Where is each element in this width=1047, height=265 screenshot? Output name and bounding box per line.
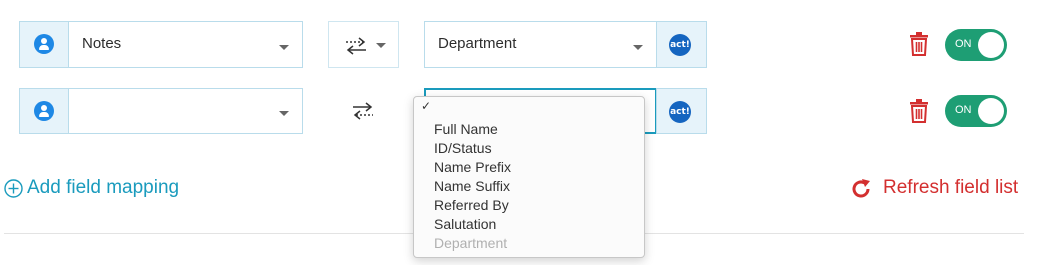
dropdown-item[interactable]: Name Suffix bbox=[434, 178, 510, 194]
dropdown-item[interactable]: Full Name bbox=[434, 121, 498, 137]
toggle-knob bbox=[978, 98, 1004, 124]
dropdown-item[interactable]: Referred By bbox=[434, 197, 509, 213]
toggle-label: ON bbox=[955, 104, 972, 116]
dropdown-item[interactable]: Salutation bbox=[434, 216, 496, 232]
dropdown-item[interactable]: ID/Status bbox=[434, 140, 492, 156]
act-logo-icon: act! bbox=[669, 101, 691, 123]
target-app-logo-box: act! bbox=[656, 88, 707, 134]
refresh-icon bbox=[852, 179, 870, 198]
chevron-down-icon bbox=[376, 43, 386, 48]
mapping-toggle[interactable]: ON bbox=[945, 29, 1007, 61]
act-logo-icon: act! bbox=[669, 34, 691, 56]
source-entity-icon-box bbox=[19, 88, 69, 134]
source-entity-icon-box bbox=[19, 21, 69, 68]
toggle-knob bbox=[978, 32, 1004, 58]
dropdown-item[interactable]: Name Prefix bbox=[434, 159, 511, 175]
selected-check-icon: ✓ bbox=[421, 99, 432, 113]
trash-icon[interactable] bbox=[909, 99, 929, 123]
direction-select[interactable] bbox=[328, 21, 399, 68]
source-field-select[interactable] bbox=[68, 88, 303, 134]
target-app-logo-box: act! bbox=[656, 21, 707, 68]
add-field-mapping-label: Add field mapping bbox=[27, 177, 180, 198]
target-field-dropdown-menu[interactable]: ✓ Full Name ID/Status Name Prefix Name S… bbox=[413, 96, 645, 258]
toggle-label: ON bbox=[955, 38, 972, 50]
user-icon bbox=[34, 101, 54, 121]
chevron-down-icon bbox=[633, 45, 643, 50]
bidirectional-arrows-icon bbox=[346, 37, 366, 55]
trash-icon[interactable] bbox=[909, 32, 929, 56]
refresh-field-list-link[interactable]: Refresh field list bbox=[850, 177, 1030, 201]
refresh-field-list-label: Refresh field list bbox=[883, 177, 1019, 198]
target-field-select[interactable]: Department bbox=[424, 21, 657, 68]
chevron-down-icon bbox=[279, 45, 289, 50]
mapping-toggle[interactable]: ON bbox=[945, 95, 1007, 127]
chevron-down-icon bbox=[279, 111, 289, 116]
plus-circle-icon bbox=[4, 179, 23, 198]
source-field-value: Notes bbox=[82, 35, 122, 52]
bidirectional-arrows-icon bbox=[353, 102, 373, 120]
source-field-select[interactable]: Notes bbox=[68, 21, 303, 68]
user-icon bbox=[34, 34, 54, 54]
target-field-value: Department bbox=[438, 35, 517, 52]
dropdown-item-disabled: Department bbox=[434, 235, 508, 251]
